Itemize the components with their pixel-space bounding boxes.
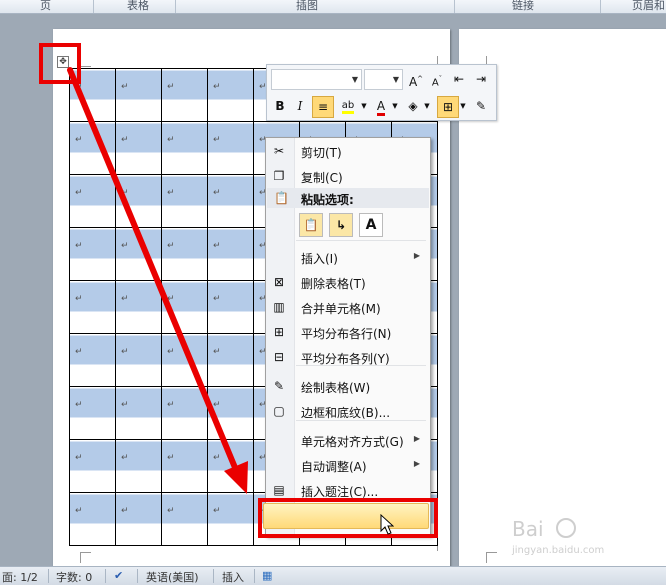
menu-item-label: 单元格对齐方式(G): [301, 435, 404, 449]
menu-item-label: 插入(I): [301, 252, 338, 266]
caption-icon: ▤: [273, 483, 285, 497]
menu-item-label: 剪切(T): [301, 146, 342, 160]
macro-record-icon[interactable]: ▦: [262, 569, 272, 582]
menu-separator: [296, 420, 426, 421]
menu-item[interactable]: 自动调整(A) ▶: [266, 454, 430, 476]
mini-toolbar: ▼ ▼ A^ Aˇ ⇤ ⇥ B I ≡ ab ▼ A ▼ ◈ ▼ ⊞ ▼ ✎: [266, 64, 497, 121]
proofing-check-icon[interactable]: ✔: [114, 569, 123, 582]
grow-font-button[interactable]: A^: [406, 69, 426, 89]
font-color-icon: A: [376, 99, 386, 116]
menu-item-label: 边框和底纹(B)...: [301, 406, 391, 420]
highlight-dropdown[interactable]: ▼: [360, 96, 368, 116]
menu-item-label: 绘制表格(W): [301, 381, 371, 395]
menu-item-label: 平均分布各行(N): [301, 327, 392, 341]
menu-item-label: 自动调整(A): [301, 460, 367, 474]
watermark-logo: Bai jingyan.baidu.com: [508, 508, 658, 558]
menu-item-label: 合并单元格(M): [301, 302, 381, 316]
shrink-font-icon: A: [431, 77, 439, 89]
copy-icon: ❐: [273, 169, 285, 183]
distribute-rows-icon: ⊞: [273, 325, 285, 339]
increase-indent-icon: ⇥: [475, 72, 487, 86]
status-insert-mode[interactable]: 插入: [222, 569, 244, 585]
context-menu: ✂ 剪切(T) ❐ 复制(C) 📋 粘贴选项: 插入(I) ▶ ⊠ 删除表格(T) ▥ 合并单元格(M…: [265, 137, 431, 536]
menu-item[interactable]: 插入(I) ▶: [266, 246, 430, 268]
format-painter-icon: ✎: [475, 99, 487, 113]
menu-item[interactable]: ❐ 复制(C): [266, 165, 430, 187]
svg-text:jingyan.baidu.com: jingyan.baidu.com: [511, 545, 604, 556]
menu-item[interactable]: ⊞ 平均分布各行(N): [266, 321, 430, 343]
menu-item[interactable]: ✂ 剪切(T): [266, 140, 430, 162]
increase-indent-button[interactable]: ⇥: [471, 69, 491, 89]
menu-item[interactable]: ✎ 绘制表格(W): [266, 375, 430, 397]
menu-item[interactable]: ⊠ 删除表格(T): [266, 271, 430, 293]
italic-button[interactable]: I: [290, 96, 310, 116]
svg-text:Bai: Bai: [512, 517, 544, 541]
mouse-cursor-icon: [380, 514, 394, 535]
menu-item[interactable]: ▢ 边框和底纹(B)...: [266, 400, 430, 422]
status-language[interactable]: 英语(美国): [146, 569, 199, 585]
format-painter-button[interactable]: ✎: [471, 96, 491, 116]
submenu-arrow-icon: ▶: [413, 459, 420, 468]
highlight-button[interactable]: ab: [336, 96, 360, 116]
paste-text-only-button[interactable]: A: [359, 213, 383, 237]
delete-table-icon: ⊠: [273, 275, 285, 289]
font-name-combo[interactable]: ▼: [271, 69, 362, 90]
submenu-arrow-icon: ▶: [413, 434, 420, 443]
shading-dropdown[interactable]: ▼: [423, 96, 431, 116]
menu-separator: [296, 365, 426, 366]
borders-icon: ⊞: [442, 100, 454, 114]
menu-item-label: 删除表格(T): [301, 277, 366, 291]
grow-font-icon: A: [408, 75, 418, 89]
paste-icon: 📋: [274, 191, 289, 205]
highlight-icon: ab: [341, 100, 355, 114]
status-bar: 面: 1/2 字数: 0 ✔ 英语(美国) 插入 ▦: [0, 566, 666, 585]
status-word-count[interactable]: 字数: 0: [56, 569, 92, 585]
borders-dropdown[interactable]: ▼: [459, 96, 467, 116]
paste-options-header: 📋 粘贴选项:: [267, 188, 429, 208]
decrease-indent-button[interactable]: ⇤: [449, 69, 469, 89]
font-color-button[interactable]: A: [371, 96, 391, 116]
distribute-columns-icon: ⊟: [273, 350, 285, 364]
shading-button[interactable]: ◈: [403, 96, 423, 116]
paint-bucket-icon: ◈: [408, 99, 418, 113]
annotation-box-table-properties: [258, 498, 438, 538]
submenu-arrow-icon: ▶: [413, 251, 420, 260]
menu-item[interactable]: 单元格对齐方式(G) ▶: [266, 429, 430, 451]
paste-options-label: 粘贴选项:: [301, 193, 354, 207]
draw-table-icon: ✎: [273, 379, 285, 393]
status-page-count[interactable]: 面: 1/2: [2, 569, 38, 585]
paste-merge-formatting-button[interactable]: ↳: [329, 213, 353, 237]
scissors-icon: ✂: [273, 144, 285, 158]
menu-separator: [296, 240, 426, 241]
font-size-combo[interactable]: ▼: [364, 69, 403, 90]
borders-button[interactable]: ⊞: [437, 96, 459, 118]
borders-icon: ▢: [273, 404, 285, 418]
decrease-indent-icon: ⇤: [453, 72, 465, 86]
merge-cells-icon: ▥: [273, 300, 285, 314]
paste-keep-formatting-button[interactable]: 📋: [299, 213, 323, 237]
menu-item[interactable]: ▥ 合并单元格(M): [266, 296, 430, 318]
menu-item-label: 复制(C): [301, 171, 343, 185]
bold-button[interactable]: B: [270, 96, 290, 116]
center-align-button[interactable]: ≡: [312, 96, 334, 118]
shrink-font-button[interactable]: Aˇ: [427, 69, 447, 89]
align-center-icon: ≡: [317, 100, 329, 114]
font-color-dropdown[interactable]: ▼: [391, 96, 399, 116]
